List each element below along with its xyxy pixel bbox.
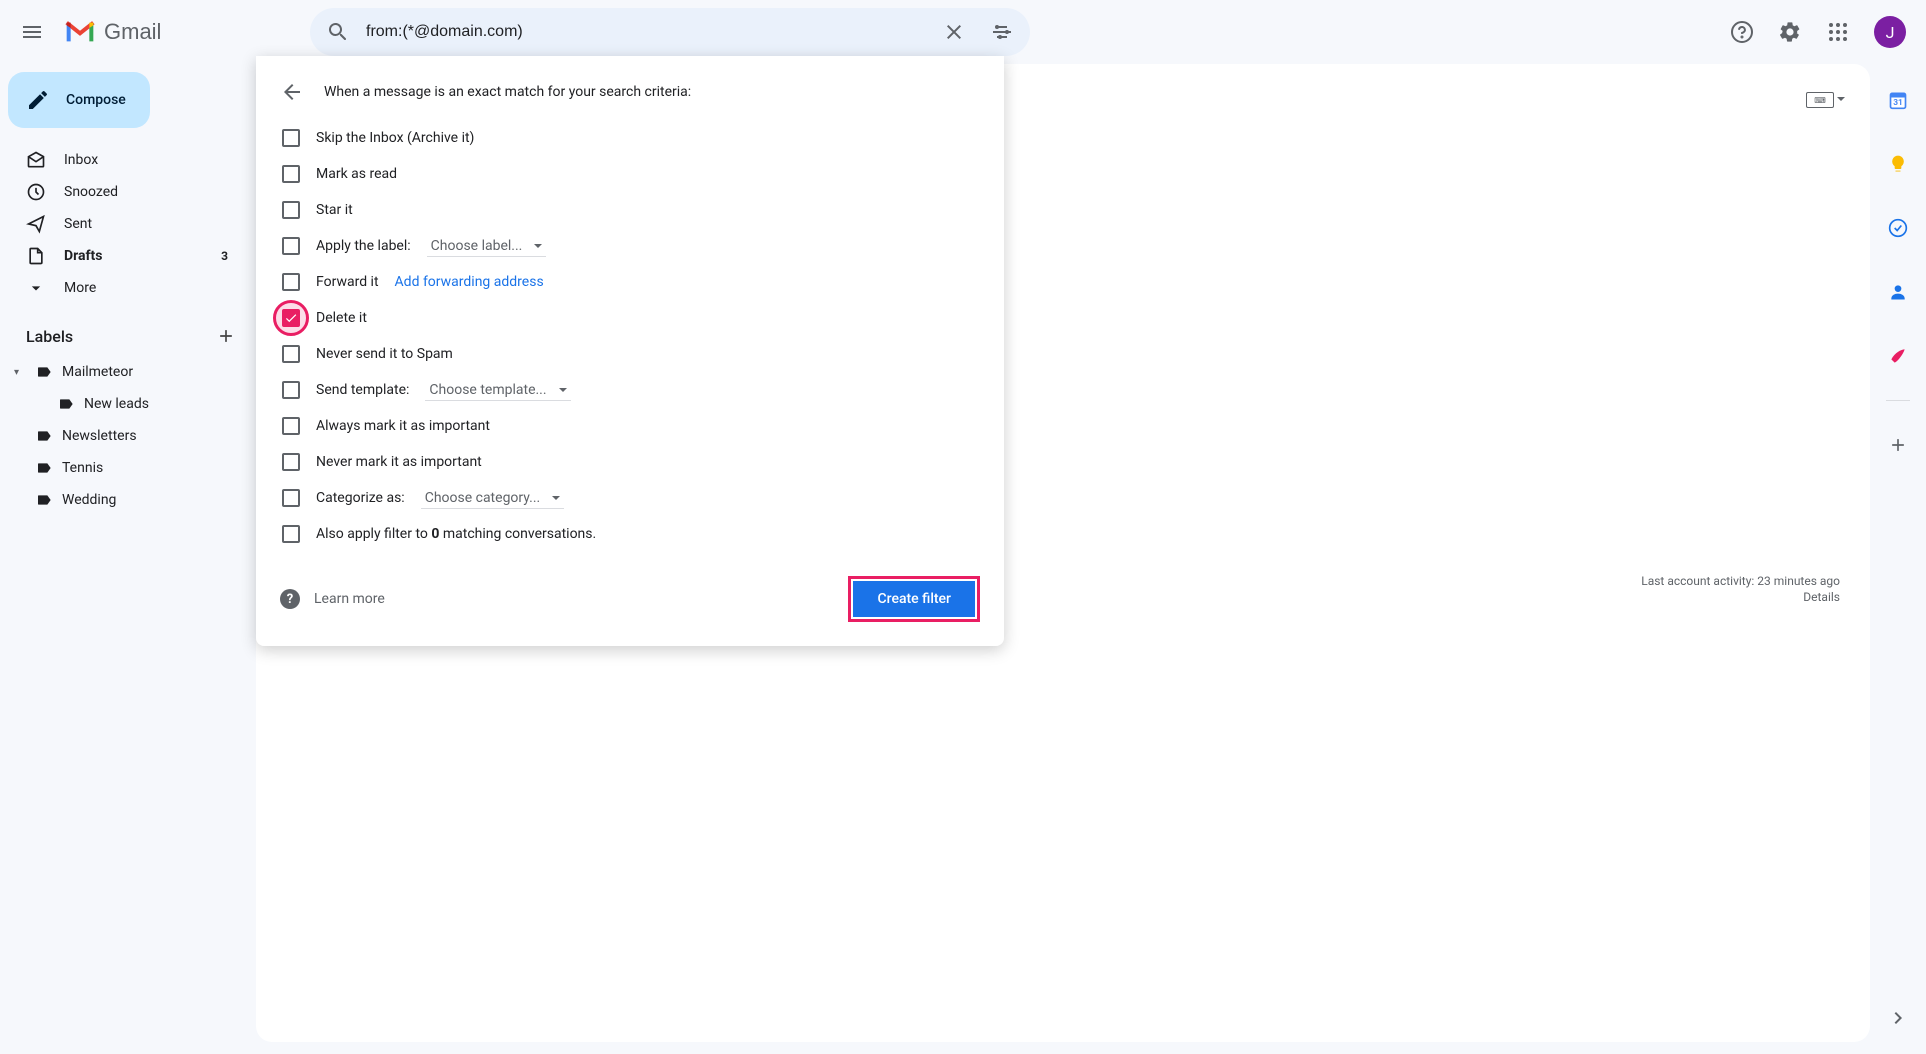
send-icon [26, 214, 46, 234]
back-arrow-icon[interactable] [280, 80, 304, 104]
labels-header: Labels [0, 316, 256, 356]
checkbox-also-apply[interactable] [282, 525, 300, 543]
checkbox-delete-highlight [273, 300, 309, 336]
nav-sent[interactable]: Sent [0, 208, 240, 240]
header-right: J [1722, 12, 1918, 52]
also-apply-label: Also apply filter to 0 matching conversa… [316, 526, 596, 542]
chevron-down-icon [26, 278, 46, 298]
filter-panel-title: When a message is an exact match for you… [324, 84, 691, 100]
search-bar [310, 8, 1030, 56]
nav-snoozed[interactable]: Snoozed [0, 176, 240, 208]
create-filter-highlight: Create filter [848, 576, 980, 622]
tasks-addon[interactable] [1878, 208, 1918, 248]
svg-text:31: 31 [1893, 98, 1903, 108]
clock-icon [26, 182, 46, 202]
gmail-logo[interactable]: Gmail [64, 19, 302, 45]
checkbox-categorize[interactable] [282, 489, 300, 507]
label-icon [36, 364, 52, 380]
label-newsletters[interactable]: Newsletters [0, 420, 240, 452]
help-icon: ? [280, 589, 300, 609]
label-icon [36, 428, 52, 444]
keep-addon[interactable] [1878, 144, 1918, 184]
label-mailmeteor[interactable]: ▾ Mailmeteor [0, 356, 240, 388]
expand-icon[interactable]: ▾ [14, 367, 26, 378]
checkbox-skip-inbox[interactable] [282, 129, 300, 147]
hide-side-panel[interactable] [1878, 998, 1918, 1038]
main-menu-button[interactable] [8, 8, 56, 56]
choose-label-dropdown[interactable]: Choose label... [427, 236, 547, 257]
product-name: Gmail [104, 19, 161, 45]
checkbox-forward[interactable] [282, 273, 300, 291]
account-avatar[interactable]: J [1874, 16, 1906, 48]
details-link[interactable]: Details [1641, 590, 1840, 604]
sidebar: Compose Inbox Snoozed Sent Drafts 3 [0, 64, 256, 1054]
search-options-icon[interactable] [982, 12, 1022, 52]
apps-icon[interactable] [1818, 12, 1858, 52]
label-icon [36, 460, 52, 476]
file-icon [26, 246, 46, 266]
settings-icon[interactable] [1770, 12, 1810, 52]
choose-category-dropdown[interactable]: Choose category... [421, 488, 565, 509]
learn-more-link[interactable]: ? Learn more [280, 589, 385, 609]
account-activity: Last account activity: 23 minutes ago De… [1641, 574, 1840, 604]
search-input[interactable] [366, 23, 926, 41]
checkbox-mark-read[interactable] [282, 165, 300, 183]
side-panel: 31 [1870, 64, 1926, 1054]
create-filter-button[interactable]: Create filter [853, 581, 975, 617]
activity-text: Last account activity: 23 minutes ago [1641, 574, 1840, 588]
nav-more[interactable]: More [0, 272, 240, 304]
checkbox-always-important[interactable] [282, 417, 300, 435]
nav-drafts[interactable]: Drafts 3 [0, 240, 240, 272]
add-label-button[interactable] [212, 322, 240, 350]
content-area: ⌨ Last account activity: 23 minutes ago … [256, 64, 1926, 1054]
choose-template-dropdown[interactable]: Choose template... [425, 380, 570, 401]
compose-label: Compose [66, 92, 126, 108]
mailmeteor-addon[interactable] [1878, 336, 1918, 376]
header: Gmail J [0, 0, 1926, 64]
checkbox-send-template[interactable] [282, 381, 300, 399]
input-tools-toggle[interactable]: ⌨ [1806, 92, 1850, 108]
label-icon [58, 396, 74, 412]
calendar-addon[interactable]: 31 [1878, 80, 1918, 120]
search-icon[interactable] [318, 12, 358, 52]
create-filter-panel: When a message is an exact match for you… [256, 56, 1004, 646]
pencil-icon [26, 88, 50, 112]
clear-search-icon[interactable] [934, 12, 974, 52]
contacts-addon[interactable] [1878, 272, 1918, 312]
label-icon [36, 492, 52, 508]
checkbox-apply-label[interactable] [282, 237, 300, 255]
keyboard-icon: ⌨ [1806, 92, 1834, 108]
support-icon[interactable] [1722, 12, 1762, 52]
label-new-leads[interactable]: New leads [0, 388, 240, 420]
checkbox-delete[interactable] [282, 309, 300, 327]
inbox-icon [26, 150, 46, 170]
add-forwarding-link[interactable]: Add forwarding address [395, 274, 544, 290]
label-tennis[interactable]: Tennis [0, 452, 240, 484]
checkbox-never-spam[interactable] [282, 345, 300, 363]
label-wedding[interactable]: Wedding [0, 484, 240, 516]
gmail-icon [64, 20, 96, 44]
compose-button[interactable]: Compose [8, 72, 150, 128]
checkbox-never-important[interactable] [282, 453, 300, 471]
checkbox-star[interactable] [282, 201, 300, 219]
get-addons-button[interactable] [1878, 425, 1918, 465]
nav-inbox[interactable]: Inbox [0, 144, 240, 176]
